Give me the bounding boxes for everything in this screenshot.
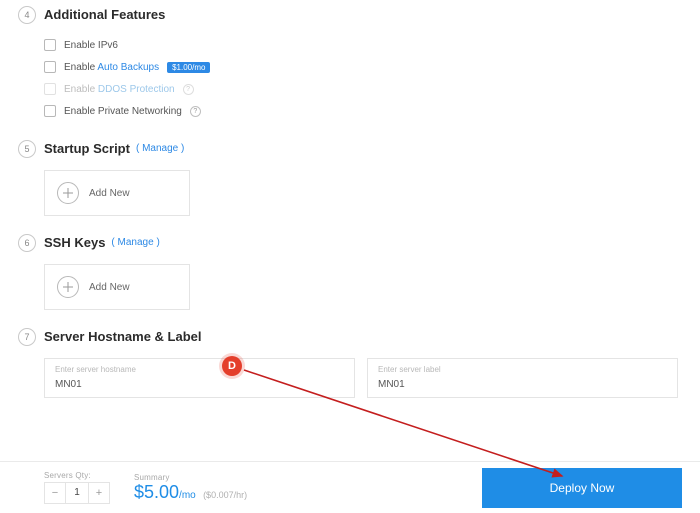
step-7-badge: 7 <box>18 328 36 346</box>
servers-qty-label: Servers Qty: <box>44 471 110 480</box>
manage-startup-script-link[interactable]: ( Manage ) <box>136 140 184 158</box>
feature-ipv6: Enable IPv6 <box>44 34 700 56</box>
price-hourly: ($0.007/hr) <box>203 490 247 500</box>
auto-backups-link[interactable]: Auto Backups <box>97 62 159 73</box>
step-5-badge: 5 <box>18 140 36 158</box>
feature-ddos-label: Enable DDOS Protection <box>64 84 175 95</box>
section-title-ssh-keys: SSH Keys ( Manage ) <box>44 234 700 252</box>
checkbox-ddos <box>44 83 56 95</box>
servers-qty-block: Servers Qty: − 1 + <box>44 471 110 504</box>
section-hostname-label: 7 Server Hostname & Label Enter server h… <box>0 328 700 398</box>
section-startup-script: 5 Startup Script ( Manage ) Add New <box>0 140 700 216</box>
ddos-link: DDOS Protection <box>98 84 175 95</box>
checkbox-ipv6[interactable] <box>44 39 56 51</box>
annotation-badge-d: D <box>222 356 242 376</box>
feature-private-networking: Enable Private Networking ? <box>44 100 700 122</box>
server-label-field: Enter server label <box>367 358 678 398</box>
auto-backups-price-badge: $1.00/mo <box>167 62 210 73</box>
feature-auto-backups: Enable Auto Backups $1.00/mo <box>44 56 700 78</box>
section-title-hostname: Server Hostname & Label <box>44 328 700 346</box>
hostname-placeholder-label: Enter server hostname <box>55 365 344 374</box>
step-4-badge: 4 <box>18 6 36 24</box>
add-new-label: Add New <box>89 188 130 199</box>
qty-stepper: − 1 + <box>44 482 110 504</box>
qty-decrement-button[interactable]: − <box>45 487 65 499</box>
qty-value: 1 <box>65 483 89 503</box>
price-amount: $5.00 <box>134 482 179 502</box>
manage-ssh-keys-link[interactable]: ( Manage ) <box>111 234 159 252</box>
feature-auto-backups-label: Enable Auto Backups <box>64 62 159 73</box>
section-additional-features: 4 Additional Features Enable IPv6 Enable… <box>0 6 700 122</box>
plus-icon <box>57 276 79 298</box>
section-title-startup-script: Startup Script ( Manage ) <box>44 140 700 158</box>
checkbox-auto-backups[interactable] <box>44 61 56 73</box>
add-new-label: Add New <box>89 282 130 293</box>
step-6-badge: 6 <box>18 234 36 252</box>
plus-icon <box>57 182 79 204</box>
server-label-placeholder-label: Enter server label <box>378 365 667 374</box>
hostname-inputs-row: Enter server hostname Enter server label <box>44 358 700 398</box>
section-title-additional-features: Additional Features <box>44 6 700 24</box>
checkbox-private-networking[interactable] <box>44 105 56 117</box>
server-label-input[interactable] <box>378 379 667 390</box>
summary-block: Summary $5.00/mo ($0.007/hr) <box>134 473 247 503</box>
hostname-field: Enter server hostname <box>44 358 355 398</box>
section-ssh-keys: 6 SSH Keys ( Manage ) Add New <box>0 234 700 310</box>
qty-increment-button[interactable]: + <box>89 487 109 499</box>
features-list: Enable IPv6 Enable Auto Backups $1.00/mo… <box>44 34 700 122</box>
add-startup-script-button[interactable]: Add New <box>44 170 190 216</box>
feature-private-networking-label: Enable Private Networking <box>64 106 182 117</box>
help-icon: ? <box>183 84 194 95</box>
price-unit: /mo <box>179 490 196 501</box>
hostname-input[interactable] <box>55 379 344 390</box>
add-ssh-key-button[interactable]: Add New <box>44 264 190 310</box>
feature-ipv6-label: Enable IPv6 <box>64 40 118 51</box>
footer-bar: Servers Qty: − 1 + Summary $5.00/mo ($0.… <box>0 461 700 513</box>
summary-label: Summary <box>134 473 247 482</box>
help-icon[interactable]: ? <box>190 106 201 117</box>
deploy-now-button[interactable]: Deploy Now <box>482 468 682 508</box>
feature-ddos: Enable DDOS Protection ? <box>44 78 700 100</box>
